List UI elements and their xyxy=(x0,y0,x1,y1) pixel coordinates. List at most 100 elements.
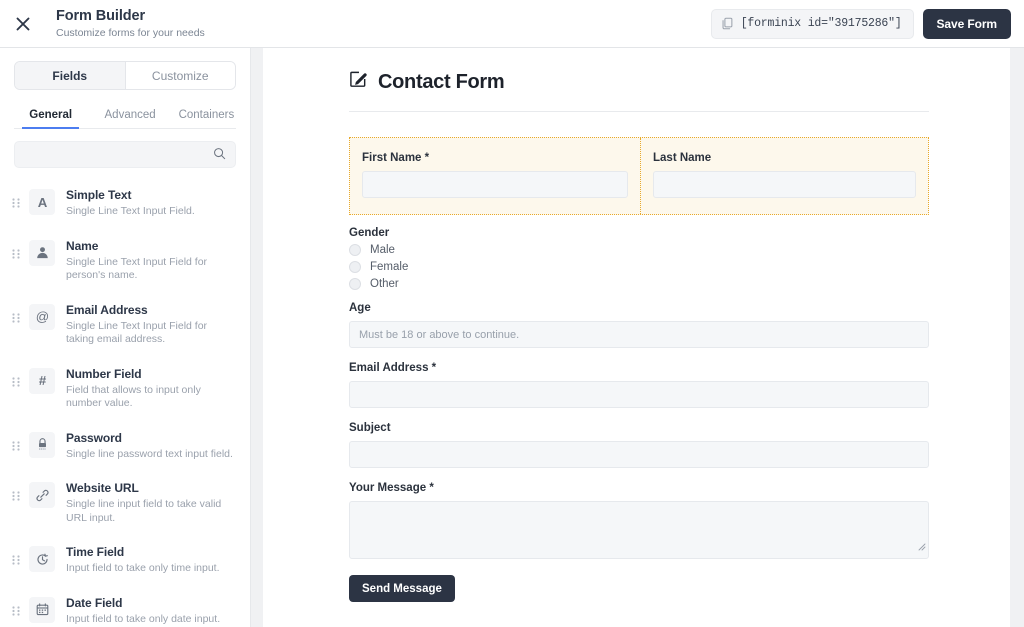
list-item[interactable]: Name Single Line Text Input Field for pe… xyxy=(0,227,250,291)
send-message-button[interactable]: Send Message xyxy=(349,575,455,602)
title-divider xyxy=(349,111,929,112)
search-box[interactable] xyxy=(14,141,236,168)
subtab-general[interactable]: General xyxy=(22,109,79,128)
list-item[interactable]: A Simple Text Single Line Text Input Fie… xyxy=(0,176,250,227)
list-item-desc: Single Line Text Input Field. xyxy=(66,205,195,219)
tab-customize[interactable]: Customize xyxy=(126,62,236,89)
drag-handle-icon[interactable] xyxy=(12,299,24,330)
list-item-title: Website URL xyxy=(66,481,139,495)
list-item[interactable]: Password Single line password text input… xyxy=(0,419,250,470)
copy-icon xyxy=(721,17,734,30)
subtab-advanced[interactable]: Advanced xyxy=(101,109,158,128)
letter-a-icon: A xyxy=(29,189,55,215)
list-item-title: Simple Text xyxy=(66,188,131,202)
radio-icon[interactable] xyxy=(349,278,361,290)
gender-option-label: Male xyxy=(370,244,395,256)
drag-handle-icon[interactable] xyxy=(12,541,24,572)
list-item-desc: Input field to take only time input. xyxy=(66,562,220,576)
list-item-desc: Single Line Text Input Field for person'… xyxy=(66,256,236,283)
form-title: Contact Form xyxy=(378,71,504,94)
email-field: Email Address * xyxy=(349,362,929,408)
list-item-desc: Input field to take only date input. xyxy=(66,613,220,627)
person-icon xyxy=(29,240,55,266)
svg-text:#: # xyxy=(38,373,46,388)
message-textarea-wrap xyxy=(349,501,929,559)
gender-option-female[interactable]: Female xyxy=(349,261,929,273)
gender-option-label: Other xyxy=(370,278,399,290)
clock-icon xyxy=(29,546,55,572)
gender-option-male[interactable]: Male xyxy=(349,244,929,256)
form-canvas: Contact Form First Name * Last Name Gend… xyxy=(263,48,1010,627)
list-item-title: Date Field xyxy=(66,596,122,610)
email-label: Email Address * xyxy=(349,362,929,374)
sidebar: Fields Customize General Advanced Contai… xyxy=(0,48,251,627)
last-name-input[interactable] xyxy=(653,171,916,198)
list-item-title: Password xyxy=(66,431,122,445)
list-item[interactable]: Website URL Single line input field to t… xyxy=(0,469,250,533)
page-subtitle: Customize forms for your needs xyxy=(56,26,205,40)
subtab-containers[interactable]: Containers xyxy=(177,109,236,128)
sidebar-mode-toggle-wrap: Fields Customize xyxy=(0,48,250,90)
edit-pencil-icon[interactable] xyxy=(349,70,368,94)
drag-handle-icon[interactable] xyxy=(12,235,24,266)
gender-label: Gender xyxy=(349,227,929,239)
subject-field: Subject xyxy=(349,422,929,468)
age-input[interactable] xyxy=(349,321,929,348)
search-icon xyxy=(213,147,226,165)
list-item-desc: Single line input field to take valid UR… xyxy=(66,498,236,525)
list-item-desc: Single line password text input field. xyxy=(66,448,233,462)
gender-option-other[interactable]: Other xyxy=(349,278,929,290)
first-name-label: First Name * xyxy=(362,152,628,164)
drag-handle-icon[interactable] xyxy=(12,477,24,508)
app-title-block: Form Builder Customize forms for your ne… xyxy=(46,8,205,40)
message-textarea[interactable] xyxy=(349,501,929,559)
top-bar-actions: [forminix id="39175286"] Save Form xyxy=(711,9,1024,39)
lock-icon xyxy=(29,432,55,458)
email-input[interactable] xyxy=(349,381,929,408)
top-bar: Form Builder Customize forms for your ne… xyxy=(0,0,1024,48)
form-preview: Contact Form First Name * Last Name Gend… xyxy=(263,48,924,602)
sidebar-subtabs: General Advanced Containers xyxy=(14,103,236,129)
subject-label: Subject xyxy=(349,422,929,434)
list-item-title: Email Address xyxy=(66,303,148,317)
last-name-label: Last Name xyxy=(653,152,916,164)
message-label: Your Message * xyxy=(349,482,929,494)
drag-handle-icon[interactable] xyxy=(12,592,24,623)
form-title-row: Contact Form xyxy=(349,70,924,94)
drag-handle-icon[interactable] xyxy=(12,184,24,215)
subject-input[interactable] xyxy=(349,441,929,468)
field-type-list[interactable]: A Simple Text Single Line Text Input Fie… xyxy=(0,176,250,627)
message-field: Your Message * xyxy=(349,482,929,559)
at-sign-icon: @ xyxy=(29,304,55,330)
list-item[interactable]: Time Field Input field to take only time… xyxy=(0,533,250,584)
tab-fields[interactable]: Fields xyxy=(15,62,125,89)
list-item[interactable]: # Number Field Field that allows to inpu… xyxy=(0,355,250,419)
gender-field: Gender Male Female Other xyxy=(349,227,929,290)
sidebar-canvas-gap xyxy=(251,48,263,627)
list-item-title: Time Field xyxy=(66,545,124,559)
list-item-desc: Field that allows to input only number v… xyxy=(66,384,236,411)
calendar-icon xyxy=(29,597,55,623)
age-label: Age xyxy=(349,302,929,314)
radio-icon[interactable] xyxy=(349,244,361,256)
drag-handle-icon[interactable] xyxy=(12,363,24,394)
first-name-input[interactable] xyxy=(362,171,628,198)
save-form-button[interactable]: Save Form xyxy=(923,9,1011,39)
list-item[interactable]: @ Email Address Single Line Text Input F… xyxy=(0,291,250,355)
list-item-desc: Single Line Text Input Field for taking … xyxy=(66,320,236,347)
search-input[interactable] xyxy=(15,142,235,167)
shortcode-copy-box[interactable]: [forminix id="39175286"] xyxy=(711,9,914,39)
link-icon xyxy=(29,482,55,508)
canvas-right-gap xyxy=(1010,48,1024,627)
hash-icon: # xyxy=(29,368,55,394)
drag-handle-icon[interactable] xyxy=(12,427,24,458)
last-name-cell: Last Name xyxy=(641,138,928,214)
list-item[interactable]: Date Field Input field to take only date… xyxy=(0,584,250,627)
shortcode-text: [forminix id="39175286"] xyxy=(741,17,902,30)
form-builder-app: Form Builder Customize forms for your ne… xyxy=(0,0,1024,627)
list-item-title: Name xyxy=(66,239,98,253)
name-row-container[interactable]: First Name * Last Name xyxy=(349,137,929,215)
svg-text:A: A xyxy=(37,195,47,210)
close-button[interactable] xyxy=(0,0,46,48)
radio-icon[interactable] xyxy=(349,261,361,273)
